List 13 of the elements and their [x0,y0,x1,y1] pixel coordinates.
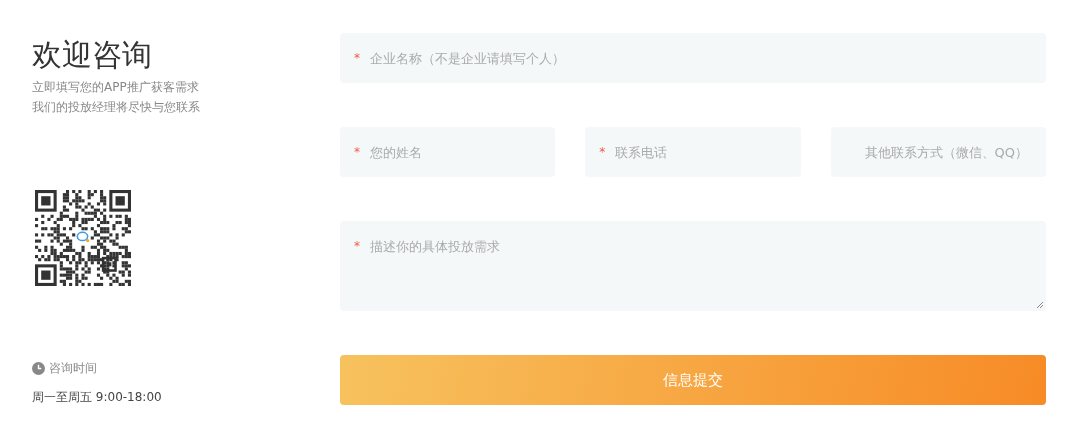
required-mark: * [354,239,360,253]
required-mark: * [599,145,606,159]
intro-text: 立即填写您的APP推广获客需求 [32,79,200,96]
hours-text: 周一至周五 9:00-18:00 [32,389,163,406]
intro-text: 我们的投放经理将尽快与您联系 [32,99,201,116]
required-mark: * [354,145,360,159]
clock-icon [32,362,45,375]
submit-button[interactable]: 信息提交 [340,355,1046,405]
required-mark: * [354,51,360,65]
page-title: 欢迎咨询 [32,37,153,73]
hours-label: 咨询时间 [49,360,97,377]
resize-handle-icon[interactable] [1036,301,1044,309]
input-field[interactable]: 其他联系方式（微信、QQ） [830,127,1046,177]
